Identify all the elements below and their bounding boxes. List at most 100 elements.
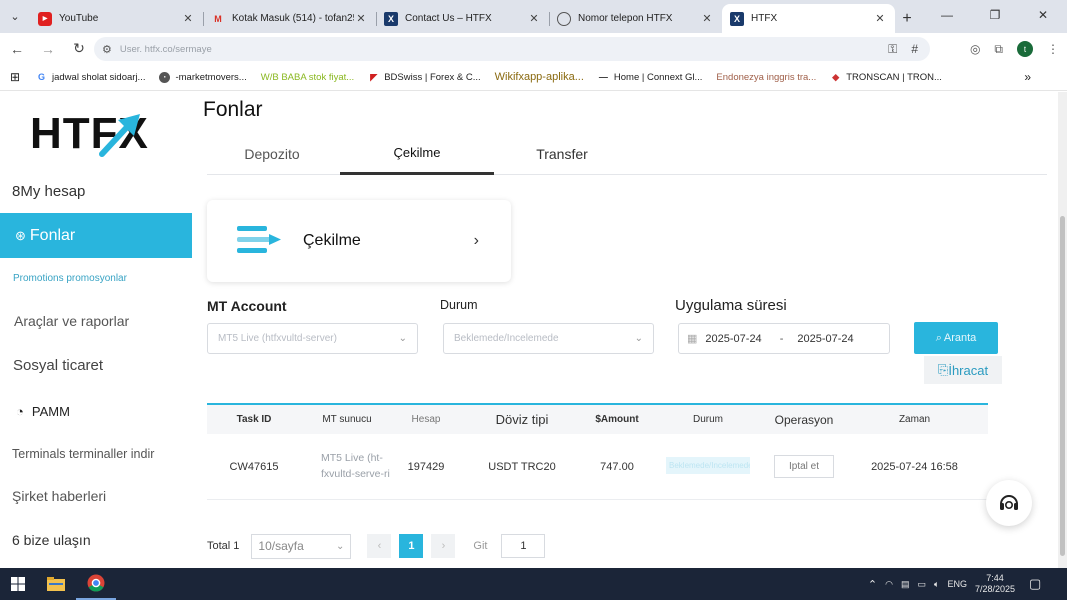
youtube-icon: ▶ (38, 11, 52, 26)
search-button[interactable]: ⌕ Aranta (914, 322, 998, 354)
extensions-icon[interactable]: ⧉ (994, 42, 1003, 57)
bookmark-item[interactable]: Wikifxapp-aplika... (495, 71, 584, 83)
sidebar-item-label: 6 bize ulaşın (12, 532, 91, 548)
key-icon[interactable]: ⚿ (888, 42, 897, 57)
sidebar-item-terminals[interactable]: Terminals terminaller indir (0, 443, 192, 465)
menu-icon[interactable]: ⋮ (1047, 42, 1059, 56)
hash-icon[interactable]: # (911, 42, 918, 56)
close-icon[interactable]: ✕ (700, 12, 714, 25)
browser-tab-phone[interactable]: Nomor telepon HTFX ✕ (549, 4, 722, 33)
file-explorer-icon[interactable] (36, 568, 76, 600)
date-from[interactable]: 2025-07-24 (705, 333, 761, 345)
table-row: CW47615 MT5 Live (ht-fxvultd-serve-ri 19… (207, 434, 988, 500)
new-tab-button[interactable]: + (895, 4, 919, 33)
chrome-taskbar-icon[interactable] (76, 568, 116, 600)
page-number-button[interactable]: 1 (399, 534, 424, 558)
tab-transfer[interactable]: Transfer (503, 132, 621, 175)
tab-search-icon[interactable]: ⌄ (0, 0, 30, 33)
withdrawal-card-label: Çekilme (303, 232, 361, 249)
windows-start-icon[interactable] (0, 568, 36, 600)
language-indicator[interactable]: ENG (947, 579, 967, 589)
close-icon[interactable]: ✕ (354, 12, 368, 25)
system-clock[interactable]: 7:44 7/28/2025 (975, 573, 1015, 596)
htfx-logo[interactable]: HTFX (30, 110, 155, 158)
tab-title: Kotak Masuk (514) - tofan25 (232, 13, 354, 24)
next-page-button[interactable]: › (431, 534, 456, 558)
battery-icon[interactable]: ▭ (918, 579, 927, 590)
google-icon: G (37, 72, 45, 82)
sidebar-item-my-account[interactable]: 8My hesap (0, 180, 192, 202)
folder-icon (47, 577, 65, 591)
browser-actions: ◎ ⧉ t ⋮ (970, 37, 1059, 61)
network-icon[interactable]: ▤ (901, 579, 910, 590)
sidebar-item-funds[interactable]: ⊛ Fonlar (0, 213, 192, 258)
url-input[interactable]: ⚙ User. htfx.co/sermaye ⚿ # (94, 37, 930, 61)
bookmark-item[interactable]: Endonezya inggris tra... (716, 72, 816, 83)
close-icon[interactable]: ✕ (873, 12, 887, 25)
bookmark-item[interactable]: — Home | Connext Gl... (598, 72, 703, 83)
reload-icon[interactable]: ↻ (65, 35, 93, 63)
profile-avatar[interactable]: t (1017, 41, 1033, 57)
restore-icon[interactable]: ❐ (971, 0, 1019, 30)
date-range-picker[interactable]: ▦ 2025-07-24 - 2025-07-24 (678, 323, 890, 354)
minimize-icon[interactable]: — (923, 0, 971, 30)
sidebar-item-promotions[interactable]: Promotions promosyonlar (0, 269, 192, 287)
logo-arrow-icon (99, 114, 140, 157)
chevron-up-icon[interactable]: ⌃ (868, 578, 877, 591)
site-info-icon[interactable]: ⚙ (102, 43, 112, 56)
scrollbar-thumb[interactable] (1060, 216, 1065, 556)
browser-tab-htfx[interactable]: X HTFX ✕ (722, 4, 895, 33)
bookmark-label: W/B BABA stok fiyat... (260, 71, 355, 83)
clock-time: 7:44 (986, 572, 1004, 583)
volume-icon[interactable]: 🔈︎ (934, 579, 939, 590)
sidebar-item-company-news[interactable]: Şirket haberleri (0, 485, 192, 507)
browser-tab-youtube[interactable]: ▶ YouTube ✕ (30, 4, 203, 33)
chrome-icon (87, 574, 105, 592)
headset-icon (1000, 495, 1018, 510)
support-chat-button[interactable] (986, 480, 1032, 526)
export-button[interactable]: ⎘ İhracat (924, 356, 1002, 384)
tab-withdrawal[interactable]: Çekilme (340, 132, 494, 175)
bookmark-item[interactable]: · -marketmovers... (159, 71, 247, 83)
wifi-icon[interactable]: ◠ (885, 579, 893, 590)
chevron-down-icon: ⌄ (336, 540, 345, 552)
page-size-select[interactable]: 10/sayfa ⌄ (251, 533, 352, 559)
mt-account-select[interactable]: MT5 Live (htfxvultd-server) ⌄ (207, 323, 418, 354)
browser-tab-gmail[interactable]: M Kotak Masuk (514) - tofan25 ✕ (203, 4, 376, 33)
withdrawal-card[interactable]: Çekilme › (207, 200, 511, 282)
page-scrollbar[interactable] (1058, 92, 1067, 568)
calendar-icon: ▦ (687, 333, 698, 345)
bookmark-label: BDSwiss | Forex & C... (384, 71, 481, 83)
close-window-icon[interactable]: ✕ (1019, 0, 1067, 30)
funds-tabs: Depozito Çekilme Transfer (207, 132, 1047, 175)
close-icon[interactable]: ✕ (527, 12, 541, 25)
bookmark-item[interactable]: ◤ BDSwiss | Forex & C... (368, 72, 480, 83)
bookmark-item[interactable]: W/B BABA stok fiyat... (261, 72, 354, 83)
globe-icon[interactable]: ◎ (970, 42, 980, 56)
bookmark-label: Endonezya inggris tra... (716, 71, 817, 83)
sidebar-item-social-trading[interactable]: Sosyal ticaret (0, 354, 192, 376)
status-cell: Beklemede/Incelemede (649, 456, 767, 477)
column-header: $Amount (595, 414, 639, 425)
bookmark-item[interactable]: ◆ TRONSCAN | TRON... (830, 72, 942, 83)
goto-page-input[interactable]: 1 (501, 534, 546, 558)
apps-grid-icon[interactable]: ⊞ (0, 70, 30, 84)
sidebar-item-pamm[interactable]: ◔ PAMM (0, 400, 192, 422)
browser-tab-contact[interactable]: X Contact Us – HTFX ✕ (376, 4, 549, 33)
back-icon[interactable]: ← (3, 35, 31, 63)
tab-deposit[interactable]: Depozito (213, 132, 331, 175)
cancel-button[interactable]: Iptal et (774, 455, 834, 478)
close-icon[interactable]: ✕ (181, 12, 195, 25)
bookmark-item[interactable]: Gjadwal sholat sidoarj... (36, 72, 145, 83)
address-bar: ← → ↻ ⚙ User. htfx.co/sermaye ⚿ # ◎ ⧉ t … (0, 33, 1067, 64)
more-bookmarks-icon[interactable]: » (1024, 70, 1031, 84)
sidebar-item-tools-reports[interactable]: Araçlar ve raporlar (0, 310, 192, 332)
forward-icon[interactable]: → (34, 35, 62, 63)
status-select[interactable]: Beklemede/Incelemede ⌄ (443, 323, 654, 354)
date-to[interactable]: 2025-07-24 (797, 333, 853, 345)
clock-date: 7/28/2025 (974, 584, 1015, 594)
notification-icon[interactable]: ▢ (1029, 576, 1059, 592)
prev-page-button[interactable]: ‹ (367, 534, 392, 558)
chevron-down-icon: ⌄ (398, 333, 407, 344)
sidebar-item-contact-us[interactable]: 6 bize ulaşın (0, 529, 192, 551)
